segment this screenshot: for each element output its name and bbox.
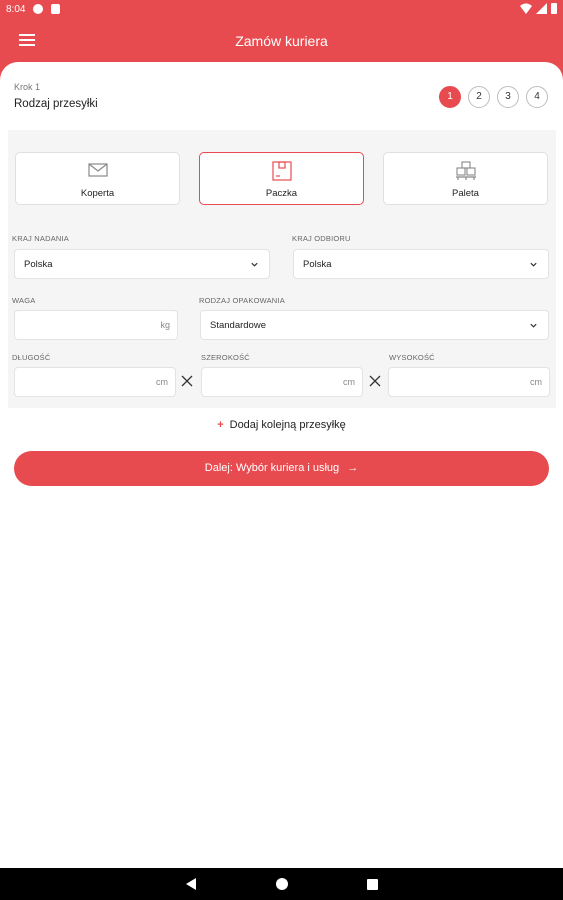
step-caption: Krok 1: [14, 82, 41, 92]
type-envelope-label: Koperta: [80, 188, 115, 199]
width-unit: cm: [343, 377, 355, 387]
box-icon: [271, 161, 292, 181]
step-3[interactable]: 3: [497, 86, 519, 108]
height-unit: cm: [530, 377, 542, 387]
type-pallet-card[interactable]: Paleta: [383, 152, 548, 205]
origin-country-select[interactable]: Polska: [14, 249, 270, 279]
next-step-label: Dalej: Wybór kuriera i usług: [204, 462, 340, 474]
width-input[interactable]: cm: [201, 367, 363, 397]
packaging-type-select[interactable]: Standardowe: [200, 310, 549, 340]
packaging-type-value: Standardowe: [210, 320, 266, 331]
length-unit: cm: [156, 377, 168, 387]
envelope-icon: [87, 163, 108, 177]
home-icon[interactable]: [276, 878, 288, 890]
origin-country-label: KRAJ NADANIA: [12, 234, 69, 243]
wifi-icon: [520, 3, 532, 14]
add-shipment-label: Dodaj kolejną przesyłkę: [229, 419, 346, 431]
destination-country-value: Polska: [303, 259, 332, 270]
type-pallet-label: Paleta: [452, 188, 479, 199]
weight-input[interactable]: kg: [14, 310, 178, 340]
status-icons: [520, 3, 557, 14]
origin-country-value: Polska: [24, 259, 53, 270]
arrow-right-icon: →: [347, 462, 359, 474]
destination-country-label: KRAJ ODBIORU: [292, 234, 351, 243]
destination-country-select[interactable]: Polska: [293, 249, 549, 279]
recent-apps-icon[interactable]: [367, 879, 378, 890]
step-title: Rodzaj przesyłki: [14, 98, 98, 110]
signal-icon: [536, 3, 547, 14]
step-1[interactable]: 1: [439, 86, 461, 108]
pallet-icon: [455, 161, 476, 180]
height-label: WYSOKOŚĆ: [389, 353, 435, 362]
multiply-icon: [181, 375, 193, 387]
storage-icon: [51, 4, 60, 14]
status-bar: 8:04: [0, 0, 563, 20]
add-shipment-link[interactable]: + Dodaj kolejną przesyłkę: [0, 419, 563, 431]
length-input[interactable]: cm: [14, 367, 176, 397]
width-label: SZEROKOŚĆ: [201, 353, 250, 362]
step-2[interactable]: 2: [468, 86, 490, 108]
battery-icon: [551, 3, 557, 14]
type-envelope-card[interactable]: Koperta: [15, 152, 180, 205]
chevron-down-icon: [251, 262, 258, 267]
height-input[interactable]: cm: [388, 367, 550, 397]
app-title: Zamów kuriera: [235, 33, 328, 49]
system-nav-bar: [0, 868, 563, 900]
type-parcel-label: Paczka: [265, 188, 298, 199]
step-indicator: 1 2 3 4: [439, 86, 548, 108]
order-sheet: Krok 1 Rodzaj przesyłki 1 2 3 4 Koperta …: [0, 62, 563, 868]
multiply-icon: [369, 375, 381, 387]
next-step-button[interactable]: Dalej: Wybór kuriera i usług →: [14, 451, 549, 486]
status-time: 8:04: [6, 4, 26, 15]
weight-label: WAGA: [12, 296, 36, 305]
back-icon[interactable]: [186, 878, 196, 890]
packaging-type-label: RODZAJ OPAKOWANIA: [199, 296, 285, 305]
chevron-down-icon: [530, 262, 537, 267]
notification-icon: [33, 4, 43, 14]
length-label: DŁUGOŚĆ: [12, 353, 51, 362]
step-4[interactable]: 4: [526, 86, 548, 108]
type-parcel-card[interactable]: Paczka: [199, 152, 364, 205]
plus-icon: +: [217, 419, 224, 431]
weight-unit: kg: [160, 320, 170, 330]
chevron-down-icon: [530, 323, 537, 328]
shipment-panel: Koperta Paczka Paleta KRAJ NADANIA Polsk…: [8, 130, 556, 408]
